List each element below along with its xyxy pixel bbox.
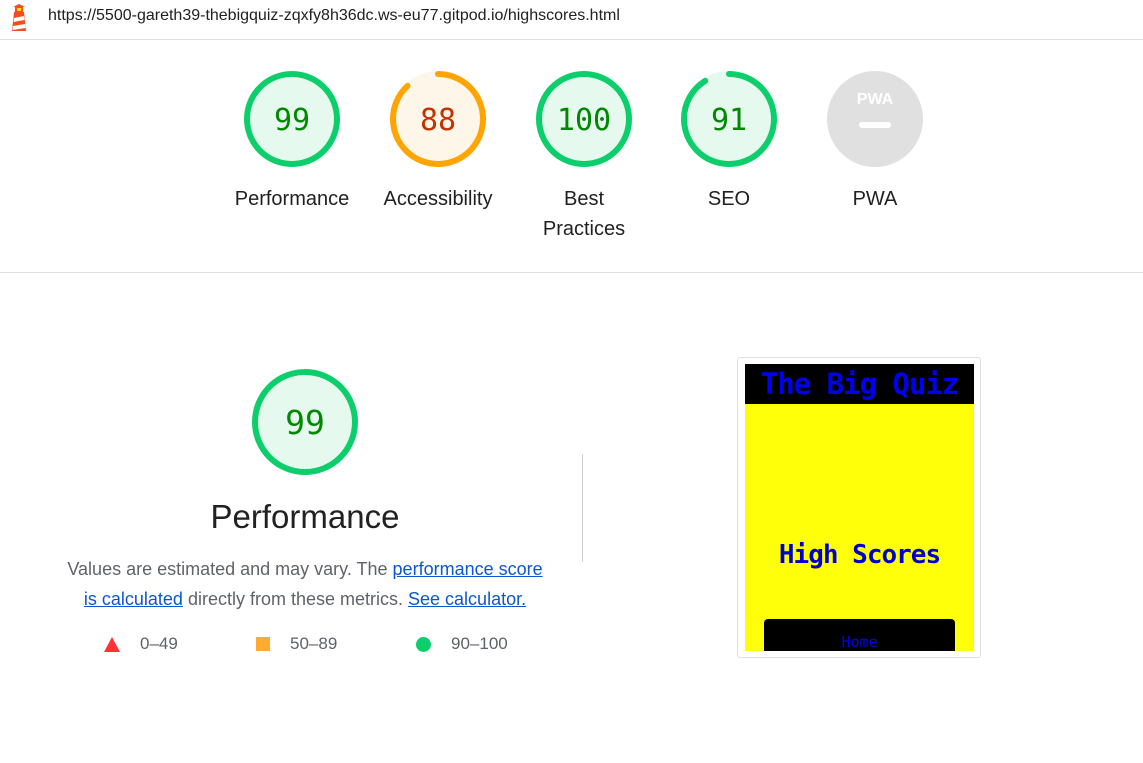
site-heading: High Scores: [778, 540, 941, 570]
gauge-score: 91: [711, 103, 747, 138]
gauge-score: 100: [557, 103, 611, 138]
gauge-seo[interactable]: 91 SEO: [664, 70, 794, 214]
gauge-performance[interactable]: 99 Performance: [227, 70, 357, 214]
performance-score: 99: [285, 403, 325, 442]
legend-pass: 90–100: [416, 634, 508, 654]
score-legend: 0–49 50–89 90–100: [100, 634, 540, 658]
pwa-badge-icon: PWA: [827, 71, 923, 167]
page-url[interactable]: https://5500-gareth39-thebigquiz-zqxfy8h…: [48, 7, 620, 25]
gauge-label: SEO: [707, 188, 751, 210]
score-gauge-icon: 91: [681, 71, 777, 167]
see-calculator-link[interactable]: See calculator.: [408, 589, 526, 609]
gauge-label: Performance: [234, 188, 350, 210]
triangle-icon: [104, 636, 120, 652]
score-gauge-icon: 100: [536, 71, 632, 167]
square-icon: [256, 637, 270, 651]
category-gauges: 99 Performance 88 Accessibility 100 Best…: [0, 70, 1143, 270]
site-title: The Big Quiz: [745, 364, 974, 404]
gauge-label: PWA: [852, 188, 898, 210]
performance-gauge-icon: 99: [252, 369, 358, 475]
gauge-accessibility[interactable]: 88 Accessibility: [373, 70, 503, 214]
legend-range: 90–100: [451, 634, 508, 653]
performance-description: Values are estimated and may vary. The p…: [50, 554, 560, 614]
legend-fail: 0–49: [104, 634, 178, 654]
gauge-label: Best Practices: [542, 188, 626, 240]
performance-title: Performance: [210, 498, 400, 535]
legend-range: 50–89: [290, 634, 338, 653]
performance-section: 99 Performance Values are estimated and …: [50, 360, 560, 614]
gauge-score: 88: [420, 103, 456, 138]
gauge-best-practices[interactable]: 100 Best Practices: [519, 70, 649, 244]
page-screenshot-image: The Big Quiz High Scores Home: [745, 364, 974, 651]
legend-range: 0–49: [140, 634, 178, 653]
pwa-badge-text: PWA: [857, 91, 894, 108]
gauge-label: Accessibility: [383, 188, 493, 210]
report-header: https://5500-gareth39-thebigquiz-zqxfy8h…: [0, 0, 1143, 40]
gauge-score: 99: [274, 103, 310, 138]
legend-average: 50–89: [256, 634, 337, 654]
vertical-divider: [582, 454, 583, 562]
circle-icon: [416, 636, 431, 652]
gauge-pwa[interactable]: PWA PWA: [810, 70, 940, 214]
section-divider: [0, 272, 1143, 273]
description-text: directly from these metrics.: [182, 589, 409, 609]
final-screenshot[interactable]: The Big Quiz High Scores Home: [737, 357, 981, 658]
score-gauge-icon: 88: [390, 71, 486, 167]
description-text: Values are estimated and may vary. The: [67, 559, 393, 579]
lighthouse-icon: [12, 4, 26, 31]
score-gauge-icon: 99: [244, 71, 340, 167]
site-home-button: Home: [764, 619, 955, 651]
